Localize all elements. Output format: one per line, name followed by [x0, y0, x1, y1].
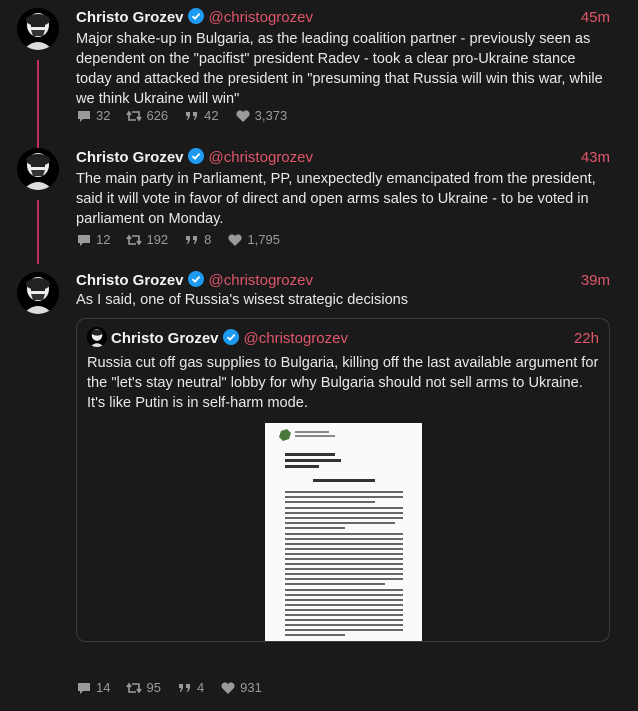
retweet-icon	[126, 234, 143, 245]
reply-button[interactable]: 14	[76, 680, 110, 695]
timestamp[interactable]: 22h	[574, 330, 599, 347]
author-name[interactable]: Christo Grozev	[76, 9, 184, 26]
author-name[interactable]: Christo Grozev	[76, 149, 184, 166]
like-count: 931	[240, 680, 262, 695]
retweet-count: 626	[146, 108, 169, 123]
avatar[interactable]	[17, 8, 59, 50]
verified-icon	[187, 8, 204, 24]
quote-count: 8	[204, 232, 212, 247]
quote-button[interactable]: 42	[184, 108, 219, 123]
author-name[interactable]: Christo Grozev	[76, 272, 184, 289]
quote-count: 4	[196, 680, 205, 695]
author-handle[interactable]: @christogrozev	[244, 330, 348, 347]
tweet-text: The main party in Parliament, PP, unexpe…	[76, 171, 596, 227]
verified-icon	[222, 329, 239, 345]
retweet-icon	[126, 682, 143, 693]
like-button[interactable]: 931	[220, 680, 262, 695]
author-handle[interactable]: @christogrozev	[209, 149, 313, 166]
action-bar: 12 192 8 1,795	[76, 232, 296, 247]
author-name[interactable]: Christo Grozev	[111, 330, 219, 347]
tweet[interactable]: Christo Grozev @christogrozev 43m The ma…	[0, 140, 638, 264]
reply-button[interactable]: 12	[76, 232, 110, 247]
quote-button[interactable]: 8	[184, 232, 211, 247]
retweet-count: 192	[146, 232, 169, 247]
reply-icon	[78, 234, 90, 246]
like-icon	[228, 233, 243, 246]
press-release-page	[265, 423, 422, 641]
quote-count: 42	[204, 108, 219, 123]
timestamp[interactable]: 39m	[581, 272, 610, 289]
reply-icon	[78, 682, 90, 694]
timestamp[interactable]: 43m	[581, 149, 610, 166]
retweet-button[interactable]: 626	[126, 108, 168, 123]
reply-button[interactable]: 32	[76, 108, 110, 123]
reply-icon	[78, 110, 90, 122]
like-icon	[221, 681, 235, 694]
attached-document-image[interactable]	[265, 423, 422, 641]
retweet-count: 95	[146, 680, 161, 695]
tweet-text: As I said, one of Russia's wisest strate…	[76, 292, 409, 308]
retweet-button[interactable]: 192	[126, 232, 168, 247]
like-icon	[236, 109, 250, 122]
reply-count: 14	[96, 680, 111, 695]
action-bar: 14 95 4 931	[76, 680, 278, 695]
verified-icon	[187, 271, 204, 287]
quote-icon	[186, 235, 198, 244]
timestamp[interactable]: 45m	[581, 9, 610, 26]
reply-count: 12	[96, 232, 111, 247]
like-count: 1,795	[247, 232, 280, 247]
avatar[interactable]	[17, 272, 59, 314]
retweet-button[interactable]: 95	[126, 680, 161, 695]
avatar[interactable]	[87, 327, 107, 347]
tweet-text: Major shake-up in Bulgaria, as the leadi…	[76, 31, 603, 107]
quoted-tweet[interactable]: Christo Grozev @christogrozev 22h Russia…	[76, 318, 610, 642]
like-button[interactable]: 1,795	[227, 232, 280, 247]
action-bar: 32 626 42 3,373	[76, 108, 303, 123]
retweet-icon	[126, 110, 143, 121]
tweet[interactable]: Christo Grozev @christogrozev 45m Major …	[0, 0, 638, 140]
like-count: 3,373	[254, 108, 288, 123]
quote-icon	[186, 111, 198, 120]
verified-icon	[187, 148, 204, 164]
avatar[interactable]	[17, 148, 59, 190]
like-button[interactable]: 3,373	[235, 108, 288, 123]
quote-icon	[178, 683, 190, 692]
author-handle[interactable]: @christogrozev	[209, 9, 313, 26]
author-handle[interactable]: @christogrozev	[209, 272, 313, 289]
quote-button[interactable]: 4	[177, 680, 204, 695]
tweet-text: Russia cut off gas supplies to Bulgaria,…	[87, 355, 599, 411]
reply-count: 32	[96, 108, 111, 123]
